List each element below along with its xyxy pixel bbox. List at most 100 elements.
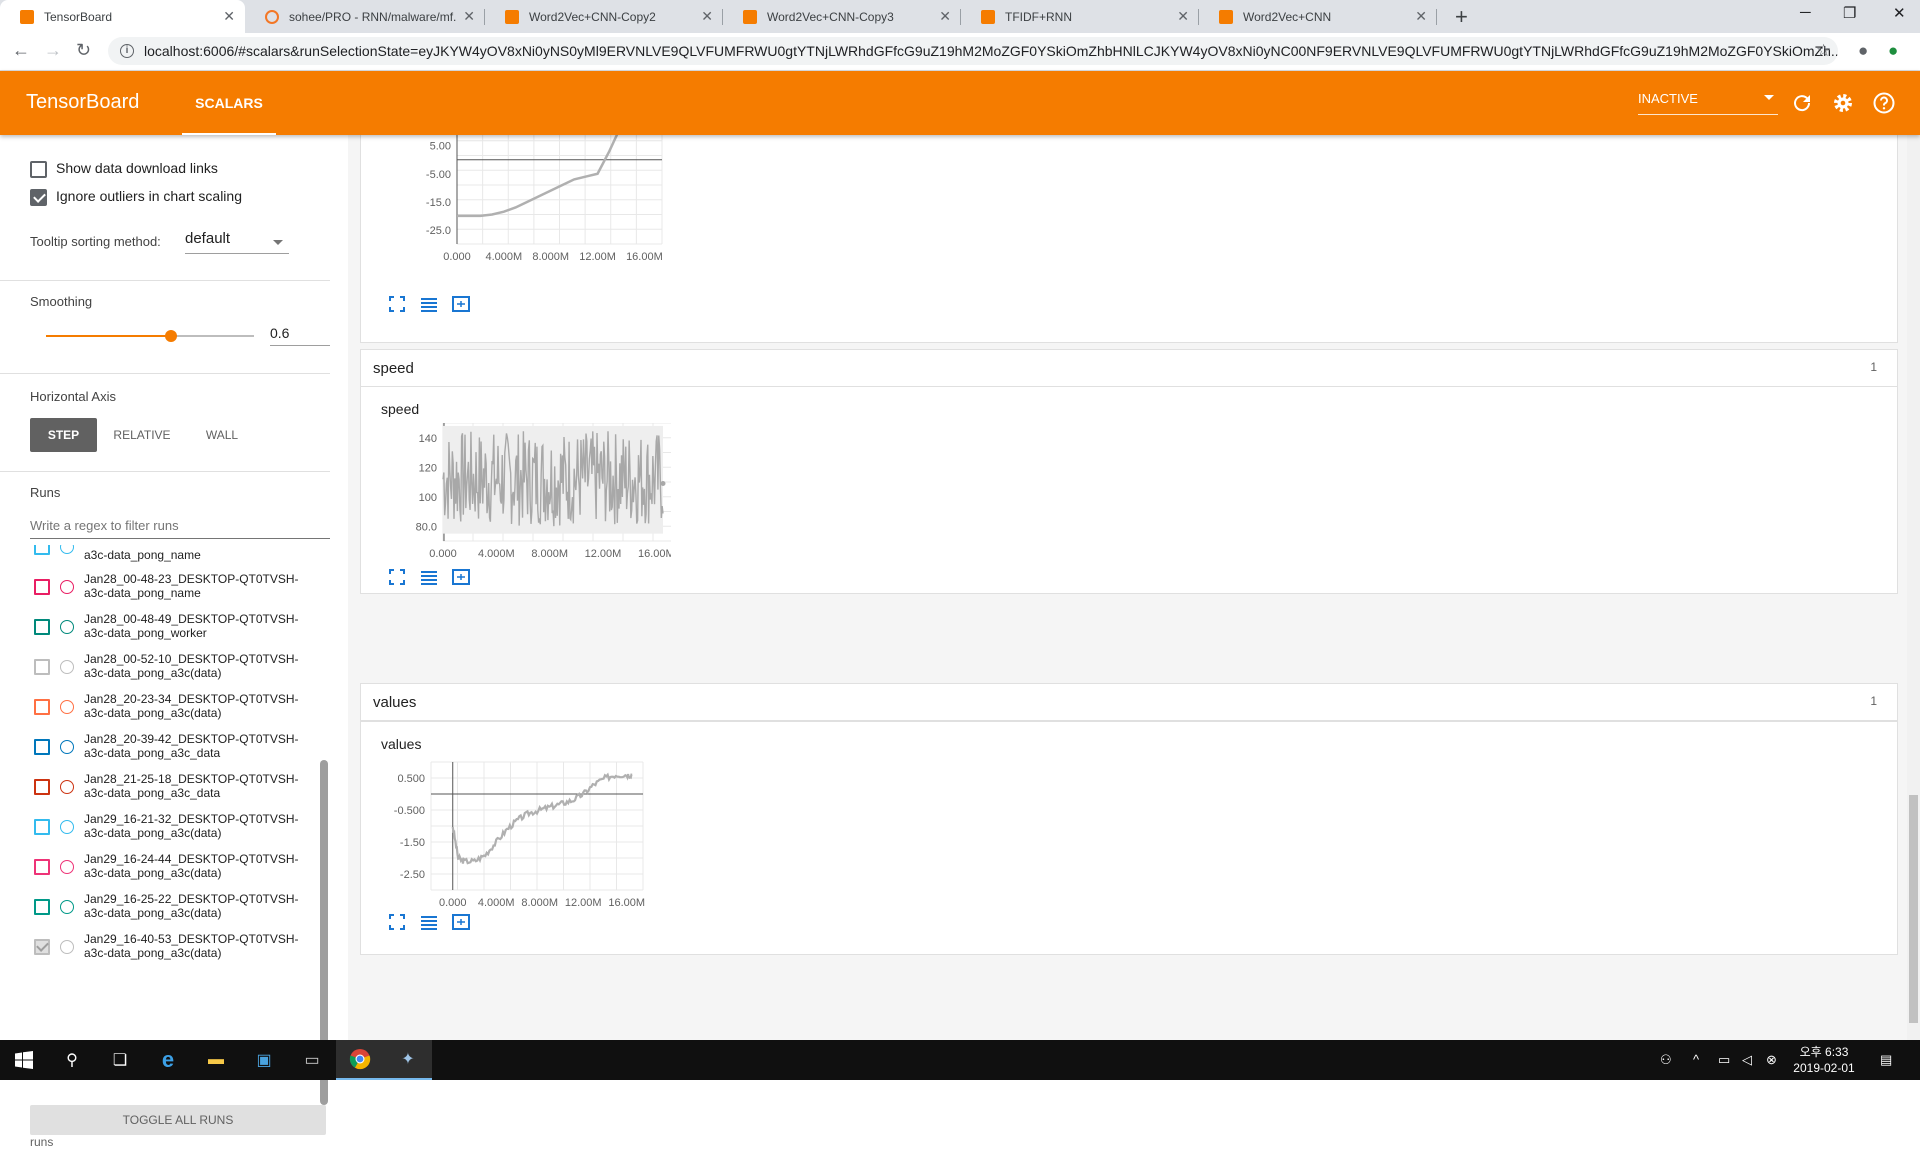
line-chart[interactable]: 140 120 100 80.0 0.000 4.000M 8.000M 12.00M 16.0… xyxy=(381,423,671,563)
run-color-swatch[interactable] xyxy=(60,860,74,874)
volume-icon[interactable]: ◁ xyxy=(1742,1052,1752,1068)
run-item[interactable]: Jan28_00-48-49_DESKTOP-QT0TVSH-a3c-data_… xyxy=(30,609,330,649)
category-header-speed[interactable]: speed 1 xyxy=(360,349,1898,387)
run-checkbox[interactable] xyxy=(34,899,50,915)
tab-tfidf-rnn[interactable]: TFIDF+RNN ✕ xyxy=(961,0,1199,33)
close-tab-icon[interactable]: ✕ xyxy=(701,8,713,25)
toggle-all-runs-button[interactable]: TOGGLE ALL RUNS xyxy=(30,1105,326,1135)
back-icon[interactable]: ← xyxy=(12,40,30,61)
run-checkbox[interactable] xyxy=(34,739,50,755)
tab-word2vec-cnn[interactable]: Word2Vec+CNN ✕ xyxy=(1199,0,1437,33)
run-color-swatch[interactable] xyxy=(60,740,74,754)
smoothing-slider-handle[interactable] xyxy=(164,330,177,342)
category-header-values[interactable]: values 1 xyxy=(360,683,1898,721)
close-tab-icon[interactable]: ✕ xyxy=(939,8,951,25)
expand-chart-icon[interactable] xyxy=(387,912,407,932)
notifications-icon[interactable]: ▤ xyxy=(1880,1052,1892,1068)
inactive-dashboard-select[interactable]: INACTIVE xyxy=(1638,89,1778,115)
run-item[interactable]: Jan29_16-21-32_DESKTOP-QT0TVSH-a3c-data_… xyxy=(30,809,330,849)
fit-domain-icon[interactable] xyxy=(451,567,471,587)
restore-icon[interactable]: ❐ xyxy=(1843,4,1856,22)
close-tab-icon[interactable]: ✕ xyxy=(1177,8,1189,25)
settings-gear-icon[interactable] xyxy=(1831,91,1855,115)
run-color-swatch[interactable] xyxy=(60,820,74,834)
run-checkbox[interactable] xyxy=(34,779,50,795)
run-item[interactable]: Jan29_16-24-44_DESKTOP-QT0TVSH-a3c-data_… xyxy=(30,849,330,889)
tab-scalars[interactable]: SCALARS xyxy=(182,71,276,135)
address-bar[interactable]: i localhost:6006/#scalars&runSelectionSt… xyxy=(108,37,1838,65)
run-checkbox[interactable] xyxy=(34,545,50,555)
run-color-swatch[interactable] xyxy=(60,900,74,914)
main-scrollbar[interactable] xyxy=(1907,135,1920,1040)
extension-icon[interactable]: ● xyxy=(1888,41,1898,61)
app-icon[interactable]: ▣ xyxy=(240,1040,288,1080)
show-download-links-checkbox[interactable] xyxy=(30,161,47,178)
run-color-swatch[interactable] xyxy=(60,940,74,954)
terminal-icon[interactable]: ▭ xyxy=(288,1040,336,1080)
tab-tensorboard[interactable]: TensorBoard ✕ xyxy=(0,0,245,33)
python-icon[interactable]: ✦ xyxy=(384,1040,432,1080)
run-filter-input[interactable]: Write a regex to filter runs xyxy=(30,515,330,539)
people-icon[interactable]: ⚇ xyxy=(1660,1052,1672,1068)
site-info-icon[interactable]: i xyxy=(120,44,134,58)
show-hidden-icons-icon[interactable]: ^ xyxy=(1693,1052,1699,1067)
run-checkbox[interactable] xyxy=(34,699,50,715)
close-tab-icon[interactable]: ✕ xyxy=(463,8,475,25)
refresh-icon[interactable] xyxy=(1790,91,1814,115)
axis-step-button[interactable]: STEP xyxy=(30,418,97,452)
reload-icon[interactable]: ↻ xyxy=(76,40,91,61)
smoothing-value-input[interactable]: 0.6 xyxy=(270,322,330,346)
close-tab-icon[interactable]: ✕ xyxy=(223,8,235,25)
new-tab-icon[interactable]: + xyxy=(1455,4,1468,30)
network-icon[interactable]: ▭ xyxy=(1718,1052,1730,1068)
run-item[interactable]: Jan28_20-23-34_DESKTOP-QT0TVSH-a3c-data_… xyxy=(30,689,330,729)
internet-explorer-icon[interactable]: e xyxy=(144,1040,192,1080)
fit-domain-icon[interactable] xyxy=(451,294,471,314)
tab-jupyter[interactable]: sohee/PRO - RNN/malware/mf... ✕ xyxy=(245,0,485,33)
axis-relative-button[interactable]: RELATIVE xyxy=(106,418,178,452)
ime-icon[interactable]: ⊗ xyxy=(1766,1052,1777,1068)
search-icon[interactable]: ⚲ xyxy=(48,1040,96,1080)
task-view-icon[interactable]: ❏ xyxy=(96,1040,144,1080)
tab-word2vec-cnn-copy3[interactable]: Word2Vec+CNN-Copy3 ✕ xyxy=(723,0,961,33)
forward-icon[interactable]: → xyxy=(44,40,62,61)
ignore-outliers-checkbox[interactable] xyxy=(30,189,47,206)
run-item[interactable]: Jan28_20-39-42_DESKTOP-QT0TVSH-a3c-data_… xyxy=(30,729,330,769)
fit-domain-icon[interactable] xyxy=(451,912,471,932)
run-checkbox[interactable] xyxy=(34,659,50,675)
run-color-swatch[interactable] xyxy=(60,780,74,794)
toggle-log-scale-icon[interactable] xyxy=(419,567,439,587)
run-checkbox[interactable] xyxy=(34,579,50,595)
toggle-log-scale-icon[interactable] xyxy=(419,294,439,314)
taskbar-clock[interactable]: 오후 6:33 2019-02-01 xyxy=(1792,1044,1856,1076)
bookmark-star-icon[interactable]: ☆ xyxy=(1816,41,1831,61)
scrollbar-thumb[interactable] xyxy=(1909,795,1918,1023)
toggle-log-scale-icon[interactable] xyxy=(419,912,439,932)
run-color-swatch[interactable] xyxy=(60,660,74,674)
run-checkbox[interactable] xyxy=(34,619,50,635)
run-color-swatch[interactable] xyxy=(60,580,74,594)
run-item[interactable]: Jan28_00-52-10_DESKTOP-QT0TVSH-a3c-data_… xyxy=(30,649,330,689)
start-icon[interactable] xyxy=(0,1040,48,1080)
help-icon[interactable] xyxy=(1872,91,1896,115)
chrome-icon[interactable] xyxy=(336,1040,384,1080)
run-item[interactable]: Jan29_16-25-22_DESKTOP-QT0TVSH-a3c-data_… xyxy=(30,889,330,929)
minimize-icon[interactable]: ─ xyxy=(1800,4,1811,21)
tooltip-sorting-select[interactable]: default xyxy=(185,230,289,254)
line-chart[interactable]: 5.00 -5.00 -15.0 -25.0 0.000 4.000M 8.000M 12.0… xyxy=(381,135,671,276)
expand-chart-icon[interactable] xyxy=(387,567,407,587)
tab-word2vec-cnn-copy2[interactable]: Word2Vec+CNN-Copy2 ✕ xyxy=(485,0,723,33)
run-checkbox[interactable] xyxy=(34,939,50,955)
run-checkbox[interactable] xyxy=(34,859,50,875)
run-item[interactable]: Jan28_21-25-18_DESKTOP-QT0TVSH-a3c-data_… xyxy=(30,769,330,809)
profile-icon[interactable]: ● xyxy=(1858,41,1868,61)
run-color-swatch[interactable] xyxy=(60,700,74,714)
run-item[interactable]: Jan28_00-48-23_DESKTOP-QT0TVSH-a3c-data_… xyxy=(30,569,330,609)
axis-wall-button[interactable]: WALL xyxy=(196,418,248,452)
close-window-icon[interactable]: ✕ xyxy=(1893,4,1906,22)
expand-chart-icon[interactable] xyxy=(387,294,407,314)
run-item[interactable]: Jan29_16-40-53_DESKTOP-QT0TVSH-a3c-data_… xyxy=(30,929,330,969)
run-color-swatch[interactable] xyxy=(60,620,74,634)
run-checkbox[interactable] xyxy=(34,819,50,835)
run-color-swatch[interactable] xyxy=(60,545,74,554)
